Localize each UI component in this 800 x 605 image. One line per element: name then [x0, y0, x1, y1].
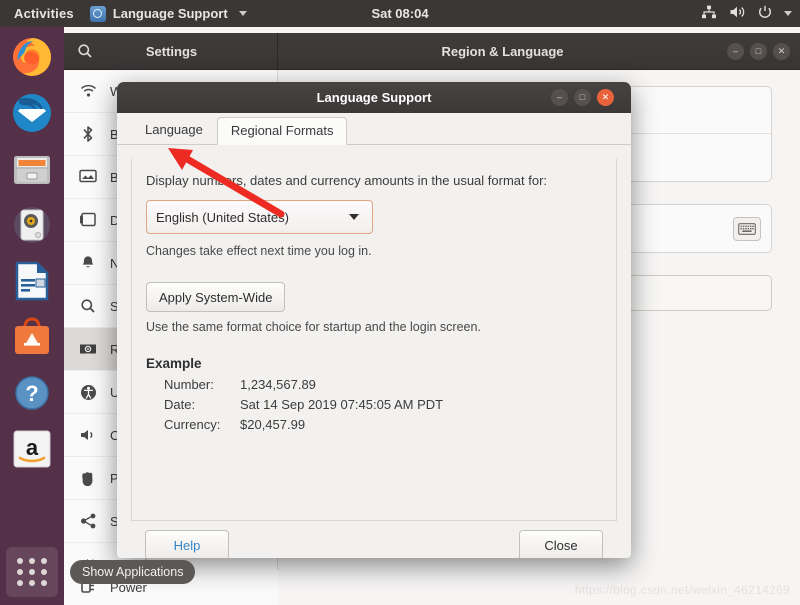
status-area[interactable]: [701, 5, 792, 22]
tab-language[interactable]: Language: [131, 116, 217, 144]
background-icon: [78, 169, 98, 185]
dialog-titlebar: Language Support – □ ✕: [117, 82, 631, 113]
settings-headerbar: Settings Region & Language – □ ✕: [64, 33, 800, 70]
dock-item-ubuntu-software[interactable]: [8, 313, 56, 361]
bluetooth-icon: [78, 125, 98, 143]
settings-window-controls: – □ ✕: [727, 42, 800, 60]
example-key: Number:: [164, 377, 214, 392]
tab-regional-formats[interactable]: Regional Formats: [216, 117, 348, 145]
dialog-title: Language Support: [316, 90, 432, 105]
minimize-button[interactable]: –: [727, 42, 744, 60]
watermark: https://blog.csdn.net/weixin_46214269: [574, 583, 790, 597]
show-applications-button[interactable]: [6, 547, 58, 597]
dock-icon: [78, 212, 98, 228]
dock-item-files[interactable]: [8, 145, 56, 193]
activities-button[interactable]: Activities: [0, 6, 84, 21]
dock-item-libreoffice-writer[interactable]: [8, 257, 56, 305]
online-accounts-icon: [78, 428, 98, 442]
language-support-icon: [89, 5, 106, 22]
dock-item-rhythmbox[interactable]: [8, 201, 56, 249]
volume-icon: [729, 5, 746, 22]
wifi-icon: [78, 84, 98, 98]
chevron-down-icon: [238, 11, 247, 16]
app-menu-label: Language Support: [112, 6, 228, 21]
format-description: Display numbers, dates and currency amou…: [146, 173, 548, 188]
bell-icon: [78, 255, 98, 271]
settings-header-right: Region & Language – □ ✕: [278, 33, 800, 69]
minimize-button[interactable]: –: [551, 89, 568, 106]
dock-item-help[interactable]: ?: [8, 369, 56, 417]
sharing-icon: [78, 513, 98, 529]
power-icon: [758, 5, 772, 22]
svg-text:a: a: [26, 435, 39, 460]
example-row: Number: 1,234,567.89: [146, 377, 602, 392]
example-key: Currency:: [164, 417, 221, 432]
svg-text:?: ?: [25, 381, 38, 406]
dock-item-firefox[interactable]: [8, 33, 56, 81]
ubuntu-dock: ? a: [0, 27, 64, 605]
accessibility-icon: [78, 384, 98, 401]
panel-title: Region & Language: [441, 43, 564, 59]
chevron-down-icon: [349, 214, 359, 220]
example-value: 1,234,567.89: [240, 377, 316, 392]
close-button[interactable]: ✕: [773, 42, 790, 60]
settings-header-left: Settings: [64, 33, 278, 69]
dialog-footer: Help Close: [131, 521, 617, 558]
region-icon: [78, 342, 98, 356]
search-icon[interactable]: [64, 43, 106, 59]
chevron-down-icon: [784, 11, 792, 16]
dialog-body: Display numbers, dates and currency amou…: [117, 145, 631, 558]
locale-select[interactable]: English (United States): [146, 200, 373, 234]
example-value: $20,457.99: [240, 417, 306, 432]
example-row: Date: Sat 14 Sep 2019 07:45:05 AM PDT: [146, 397, 602, 412]
help-button[interactable]: Help: [145, 530, 229, 558]
language-support-dialog: Language Support – □ ✕ Language Regional…: [117, 82, 631, 558]
example-value: Sat 14 Sep 2019 07:45:05 AM PDT: [240, 397, 444, 412]
example-key: Date:: [164, 397, 196, 412]
dialog-tabs: Language Regional Formats: [117, 113, 631, 145]
desktop-screen: Settings Region & Language – □ ✕ Wi-Fi: [0, 0, 800, 605]
regional-formats-panel: Display numbers, dates and currency amou…: [131, 159, 617, 521]
example-row: Currency: $20,457.99: [146, 417, 602, 432]
login-note: Changes take effect next time you log in…: [146, 244, 372, 258]
network-icon: [701, 5, 717, 22]
search-icon: [78, 298, 98, 314]
close-dialog-button[interactable]: Close: [519, 530, 603, 558]
apply-system-wide-button[interactable]: Apply System-Wide: [146, 282, 286, 312]
example-heading: Example: [146, 356, 202, 371]
maximize-button[interactable]: □: [750, 42, 767, 60]
keyboard-icon[interactable]: [733, 216, 761, 241]
gnome-top-bar: Activities Language Support Sat 08:04: [0, 0, 800, 27]
maximize-button[interactable]: □: [574, 89, 591, 106]
app-menu-button[interactable]: Language Support: [84, 5, 253, 22]
dialog-window-controls: – □ ✕: [551, 89, 624, 106]
apply-note: Use the same format choice for startup a…: [146, 320, 481, 334]
settings-title: Settings: [145, 43, 198, 59]
show-applications-tooltip: Show Applications: [70, 560, 196, 584]
dock-item-amazon[interactable]: a: [8, 425, 56, 473]
close-button[interactable]: ✕: [597, 89, 614, 106]
dock-item-thunderbird[interactable]: [8, 89, 56, 137]
privacy-icon: [78, 471, 98, 486]
locale-select-value: English (United States): [156, 209, 289, 225]
